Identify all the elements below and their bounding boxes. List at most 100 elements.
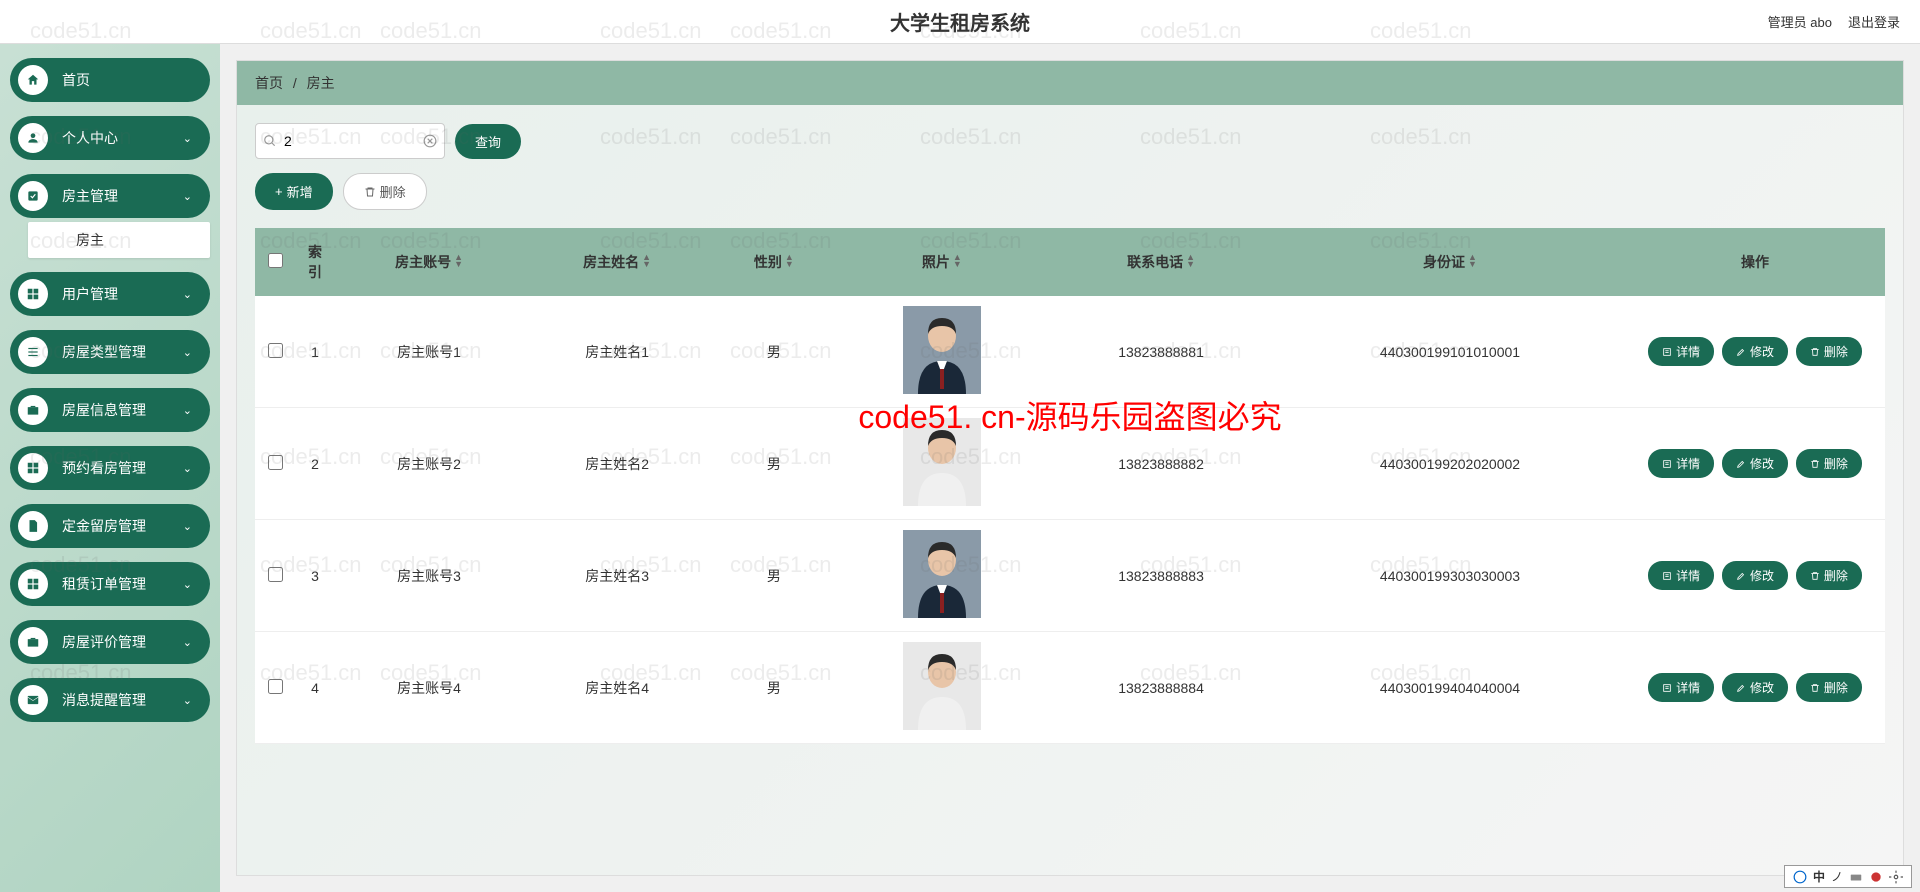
row-checkbox[interactable] <box>268 567 283 582</box>
data-table: 索引房主账号▲▼房主姓名▲▼性别▲▼照片▲▼联系电话▲▼身份证▲▼操作 1 房主… <box>255 228 1885 744</box>
chevron-down-icon: ⌄ <box>183 520 192 533</box>
sidebar-item-9[interactable]: 房屋评价管理 ⌄ <box>10 620 210 664</box>
sidebar-item-7[interactable]: 定金留房管理 ⌄ <box>10 504 210 548</box>
clear-icon[interactable] <box>423 134 437 148</box>
user-icon <box>18 123 48 153</box>
cell-idx: 1 <box>295 296 335 408</box>
chevron-down-icon: ⌄ <box>183 132 192 145</box>
col-header[interactable]: 身份证▲▼ <box>1275 228 1625 296</box>
admin-label[interactable]: 管理员 abo <box>1768 12 1832 31</box>
row-delete-button[interactable]: 删除 <box>1796 561 1862 590</box>
breadcrumb-home[interactable]: 首页 <box>255 75 283 91</box>
cell-actions: 详情 修改 删除 <box>1625 632 1885 744</box>
mail-icon <box>18 685 48 715</box>
cell-photo <box>836 408 1047 520</box>
col-header[interactable]: 房主姓名▲▼ <box>523 228 711 296</box>
table-row: 2 房主账号2 房主姓名2 男 13823888882 440300199202… <box>255 408 1885 520</box>
sidebar-item-10[interactable]: 消息提醒管理⌄ <box>10 678 210 722</box>
edit-button[interactable]: 修改 <box>1722 561 1788 590</box>
query-button[interactable]: 查询 <box>455 124 521 159</box>
sidebar-item-label: 预约看房管理 <box>62 458 146 478</box>
cell-idx: 2 <box>295 408 335 520</box>
cell-photo <box>836 296 1047 408</box>
sidebar-item-8[interactable]: 租赁订单管理⌄ <box>10 562 210 606</box>
sidebar-item-1[interactable]: 个人中心 ⌄ <box>10 116 210 160</box>
edit-button[interactable]: 修改 <box>1722 337 1788 366</box>
cell-actions: 详情 修改 删除 <box>1625 408 1885 520</box>
cell-gender: 男 <box>711 408 836 520</box>
ime-toolbar[interactable]: 中 ノ <box>1784 865 1912 888</box>
search-icon <box>263 134 277 148</box>
cell-gender: 男 <box>711 520 836 632</box>
sidebar-item-label: 消息提醒管理 <box>62 690 146 710</box>
edit-button[interactable]: 修改 <box>1722 449 1788 478</box>
chevron-down-icon: ⌄ <box>183 346 192 359</box>
sidebar-item-3[interactable]: 用户管理 ⌄ <box>10 272 210 316</box>
sidebar-item-label: 定金留房管理 <box>62 516 146 536</box>
col-header[interactable]: 照片▲▼ <box>836 228 1047 296</box>
table-row: 1 房主账号1 房主姓名1 男 13823888881 440300199101… <box>255 296 1885 408</box>
row-delete-button[interactable]: 删除 <box>1796 673 1862 702</box>
doc-icon <box>18 511 48 541</box>
cell-account: 房主账号4 <box>335 632 523 744</box>
cell-gender: 男 <box>711 632 836 744</box>
cell-idcard: 440300199404040004 <box>1275 632 1625 744</box>
sidebar-item-6[interactable]: 预约看房管理 ⌄ <box>10 446 210 490</box>
sidebar-item-label: 个人中心 <box>62 128 118 148</box>
select-all-checkbox[interactable] <box>268 253 283 268</box>
cell-idx: 4 <box>295 632 335 744</box>
table-row: 3 房主账号3 房主姓名3 男 13823888883 440300199303… <box>255 520 1885 632</box>
cell-idcard: 440300199202020002 <box>1275 408 1625 520</box>
chevron-down-icon: ⌄ <box>183 288 192 301</box>
grid-icon <box>18 453 48 483</box>
row-checkbox[interactable] <box>268 343 283 358</box>
main-content: 首页 / 房主 查询 <box>220 44 1920 892</box>
detail-button[interactable]: 详情 <box>1648 337 1714 366</box>
detail-button[interactable]: 详情 <box>1648 449 1714 478</box>
col-header[interactable]: 索引 <box>295 228 335 296</box>
sidebar-subitem[interactable]: 房主 <box>28 222 210 258</box>
sidebar-item-label: 房屋评价管理 <box>62 632 146 652</box>
app-title: 大学生租房系统 <box>890 7 1030 36</box>
cell-name: 房主姓名2 <box>523 408 711 520</box>
chevron-down-icon: ⌄ <box>183 462 192 475</box>
chevron-down-icon: ⌄ <box>183 190 192 203</box>
check-icon <box>18 181 48 211</box>
logout-link[interactable]: 退出登录 <box>1848 12 1900 31</box>
search-input[interactable] <box>255 123 445 159</box>
chevron-down-icon: ⌄ <box>183 636 192 649</box>
delete-button[interactable]: 删除 <box>343 173 427 210</box>
edit-button[interactable]: 修改 <box>1722 673 1788 702</box>
row-checkbox[interactable] <box>268 679 283 694</box>
breadcrumb-current: 房主 <box>307 75 335 91</box>
row-delete-button[interactable]: 删除 <box>1796 337 1862 366</box>
sidebar-item-2[interactable]: 房主管理⌄ <box>10 174 210 218</box>
sidebar-item-label: 用户管理 <box>62 284 118 304</box>
row-checkbox[interactable] <box>268 455 283 470</box>
grid-icon <box>18 279 48 309</box>
col-header[interactable]: 房主账号▲▼ <box>335 228 523 296</box>
cell-gender: 男 <box>711 296 836 408</box>
case-icon <box>18 395 48 425</box>
cell-idx: 3 <box>295 520 335 632</box>
chevron-down-icon: ⌄ <box>183 404 192 417</box>
cell-account: 房主账号3 <box>335 520 523 632</box>
col-header[interactable]: 联系电话▲▼ <box>1047 228 1275 296</box>
detail-button[interactable]: 详情 <box>1648 673 1714 702</box>
cell-account: 房主账号2 <box>335 408 523 520</box>
sidebar-item-0[interactable]: 首页 <box>10 58 210 102</box>
row-delete-button[interactable]: 删除 <box>1796 449 1862 478</box>
cell-phone: 13823888884 <box>1047 632 1275 744</box>
breadcrumb: 首页 / 房主 <box>237 61 1903 105</box>
detail-button[interactable]: 详情 <box>1648 561 1714 590</box>
sidebar-item-5[interactable]: 房屋信息管理⌄ <box>10 388 210 432</box>
plus-icon: + <box>275 184 283 199</box>
cell-name: 房主姓名1 <box>523 296 711 408</box>
sidebar-item-label: 房屋类型管理 <box>62 342 146 362</box>
add-button[interactable]: + 新增 <box>255 173 333 210</box>
cell-actions: 详情 修改 删除 <box>1625 296 1885 408</box>
cell-phone: 13823888882 <box>1047 408 1275 520</box>
sidebar-item-4[interactable]: 房屋类型管理 ⌄ <box>10 330 210 374</box>
sidebar: 首页个人中心⌄房主管理⌄房主用户管理⌄房屋类型管理⌄房屋信息管理⌄预约看房管理⌄… <box>0 44 220 892</box>
col-header[interactable]: 性别▲▼ <box>711 228 836 296</box>
